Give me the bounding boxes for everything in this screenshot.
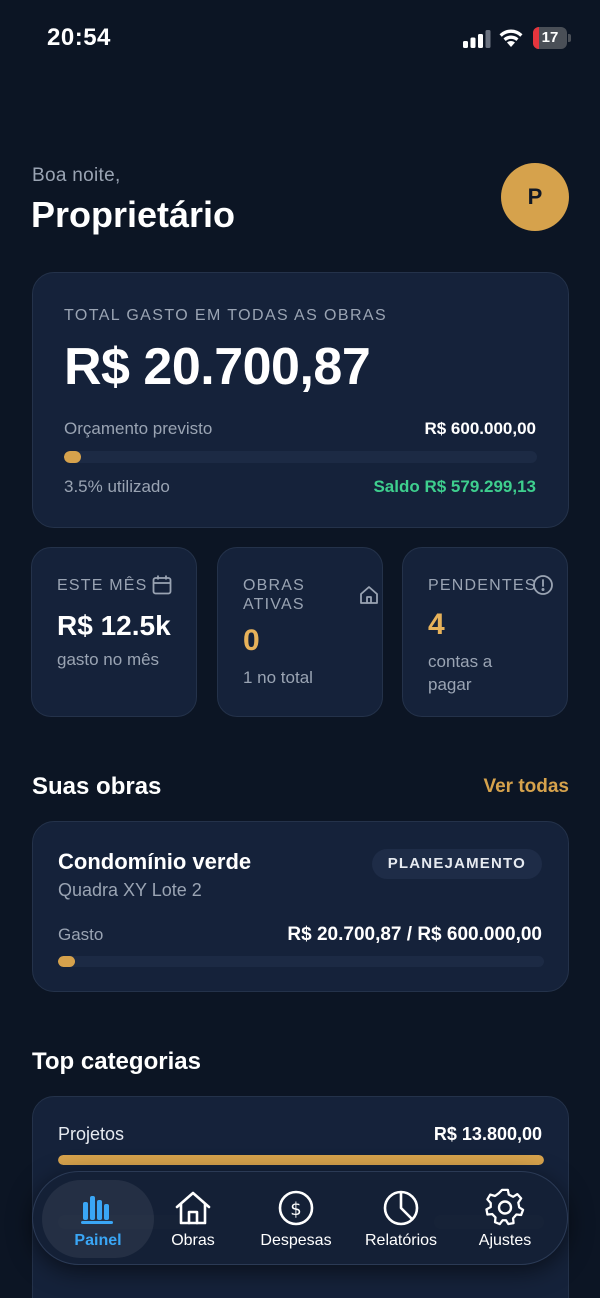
projects-section-title: Suas obras xyxy=(32,773,162,800)
gear-icon xyxy=(485,1188,525,1226)
stat-active-label-line2: ATIVAS xyxy=(243,596,305,613)
stat-month-value: R$ 12.5k xyxy=(57,610,171,641)
stat-pending-sub-line1: contas a xyxy=(428,652,493,671)
wifi-icon xyxy=(499,29,523,47)
nav-label-relatorios: Relatórios xyxy=(364,1232,438,1249)
stat-active-label: OBRAS ATIVAS xyxy=(243,576,305,614)
total-label: TOTAL GASTO EM TODAS AS OBRAS xyxy=(64,307,388,324)
stat-pending-value: 4 xyxy=(428,608,445,641)
budget-value: R$ 600.000,00 xyxy=(424,419,536,438)
nav-label-obras: Obras xyxy=(171,1232,215,1249)
battery-level: 17 xyxy=(541,29,559,46)
home-icon xyxy=(175,1191,211,1225)
budget-progress-fill xyxy=(64,451,81,463)
project-address: Quadra XY Lote 2 xyxy=(58,880,202,900)
project-progress-bar xyxy=(58,956,544,967)
home-icon xyxy=(360,586,378,604)
stat-active-label-line1: OBRAS xyxy=(243,577,306,594)
stat-pending-label: PENDENTES xyxy=(428,577,537,594)
status-time: 20:54 xyxy=(47,24,111,51)
category-value: R$ 13.800,00 xyxy=(433,1124,542,1144)
stat-pending-sub-line2: pagar xyxy=(428,675,472,694)
avatar[interactable]: P xyxy=(501,163,569,231)
project-card[interactable]: Condomínio verde Quadra XY Lote 2 PLANEJ… xyxy=(32,821,569,992)
category-progress-bar xyxy=(58,1155,544,1165)
nav-item-relatorios[interactable]: Relatórios xyxy=(355,1172,447,1266)
battery-icon: 17 xyxy=(533,27,571,49)
spent-label: Gasto xyxy=(58,925,104,944)
svg-text:$: $ xyxy=(290,1199,301,1220)
category-progress-fill xyxy=(58,1155,544,1165)
nav-label-despesas: Despesas xyxy=(260,1232,332,1249)
category-name: Projetos xyxy=(58,1124,125,1144)
stat-card-active-projects[interactable]: OBRAS ATIVAS 0 1 no total xyxy=(217,547,383,717)
signal-icon xyxy=(463,30,491,48)
status-badge: PLANEJAMENTO xyxy=(371,849,542,879)
stat-card-month[interactable]: ESTE MÊS R$ 12.5k gasto no mês xyxy=(31,547,197,717)
nav-item-despesas[interactable]: $ Despesas xyxy=(248,1172,344,1266)
nav-label-painel: Painel xyxy=(74,1232,122,1249)
categories-section-title: Top categorias xyxy=(32,1048,201,1075)
nav-item-obras[interactable]: Obras xyxy=(153,1172,233,1266)
user-name: Proprietário xyxy=(31,194,236,235)
stat-active-value: 0 xyxy=(243,624,260,657)
total-summary-card: TOTAL GASTO EM TODAS AS OBRAS R$ 20.700,… xyxy=(32,272,569,528)
calendar-icon xyxy=(152,575,172,595)
stat-card-pending[interactable]: PENDENTES 4 contas a pagar xyxy=(402,547,568,717)
usage-text: 3.5% utilizado xyxy=(64,477,170,496)
alert-circle-icon xyxy=(533,575,553,595)
pie-chart-icon xyxy=(383,1190,419,1226)
nav-label-ajustes: Ajustes xyxy=(478,1232,532,1249)
bottom-nav: Painel Obras $ Despesas Relatórios Ajust… xyxy=(32,1171,568,1265)
stat-active-sub: 1 no total xyxy=(243,668,313,687)
budget-label: Orçamento previsto xyxy=(64,419,213,438)
total-value: R$ 20.700,87 xyxy=(64,338,371,396)
balance-text: Saldo R$ 579.299,13 xyxy=(373,477,536,496)
greeting-text: Boa noite, xyxy=(32,165,121,186)
project-name: Condomínio verde xyxy=(58,849,252,874)
see-all-link[interactable]: Ver todas xyxy=(483,776,569,798)
project-progress-fill xyxy=(58,956,75,967)
stat-month-sub: gasto no mês xyxy=(57,650,160,669)
budget-progress-bar xyxy=(64,451,537,463)
stat-pending-sub: contas a pagar xyxy=(428,650,492,696)
nav-item-painel[interactable]: Painel xyxy=(42,1172,154,1266)
nav-item-ajustes[interactable]: Ajustes xyxy=(463,1172,547,1266)
dollar-circle-icon: $ xyxy=(278,1190,314,1226)
bar-chart-icon xyxy=(81,1196,113,1224)
stat-month-label: ESTE MÊS xyxy=(57,577,148,594)
spent-value: R$ 20.700,87 / R$ 600.000,00 xyxy=(287,924,542,945)
status-bar: 20:54 17 xyxy=(0,0,600,76)
